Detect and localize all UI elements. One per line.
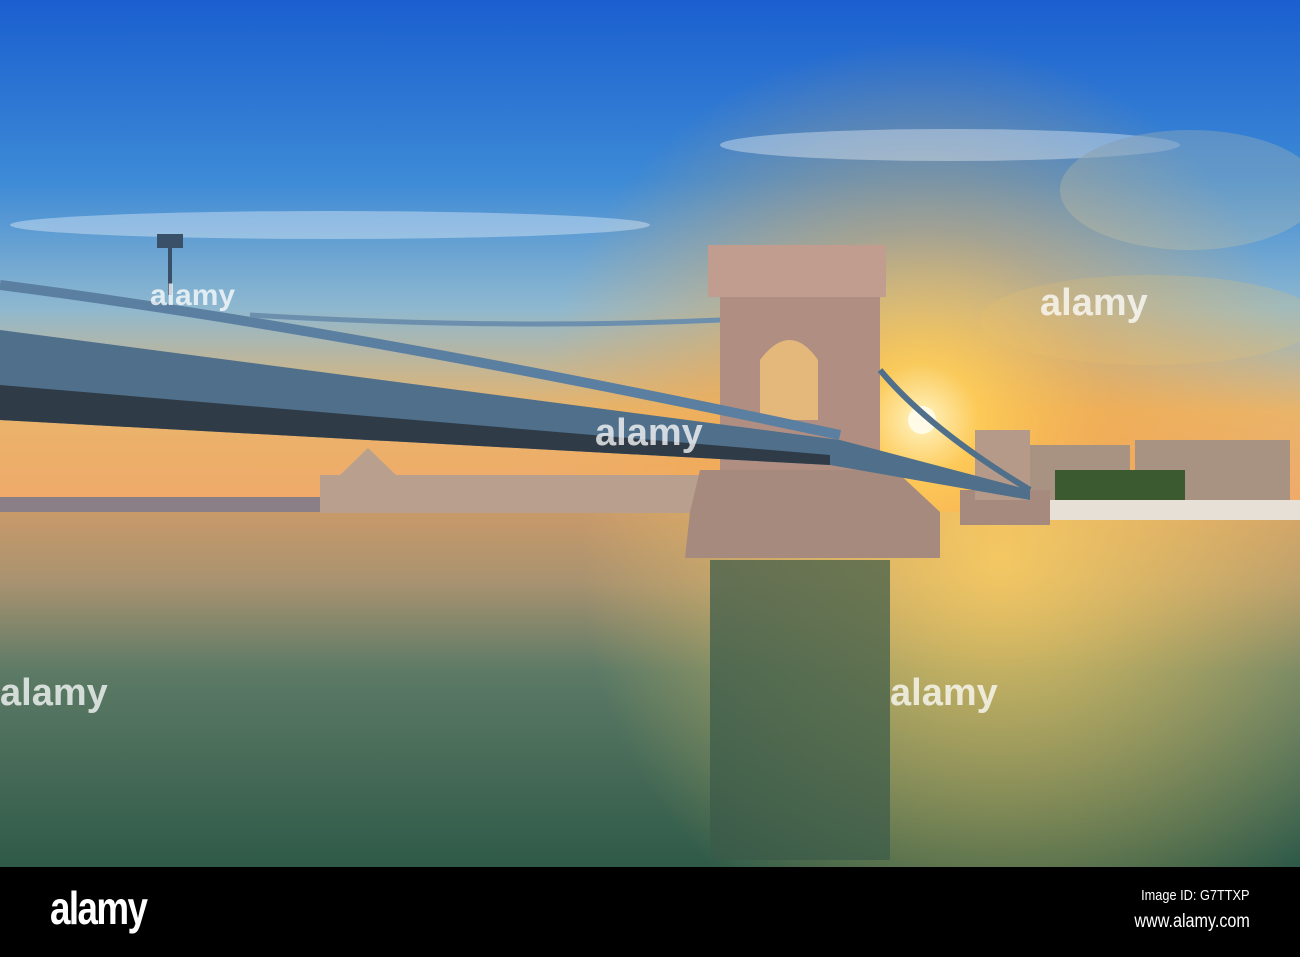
svg-text:alamy: alamy: [150, 279, 235, 312]
alamy-logo: alamy: [50, 882, 148, 934]
photo-chain-bridge-sunrise: alamy alamy alamy alamy alamy: [0, 0, 1300, 867]
image-id: Image ID: G7TTXP: [1141, 887, 1250, 904]
right-bank-buildings: [1030, 440, 1300, 520]
footer-bar: alamy Image ID: G7TTXP www.alamy.com: [0, 867, 1300, 957]
water-reflection-glow: [0, 512, 1300, 867]
site-url: www.alamy.com: [1134, 911, 1250, 932]
bridge-tower-reflection: [710, 560, 890, 860]
svg-text:alamy: alamy: [595, 412, 703, 454]
svg-text:alamy: alamy: [1040, 282, 1148, 324]
svg-text:alamy: alamy: [0, 672, 108, 714]
svg-text:alamy: alamy: [890, 672, 998, 714]
